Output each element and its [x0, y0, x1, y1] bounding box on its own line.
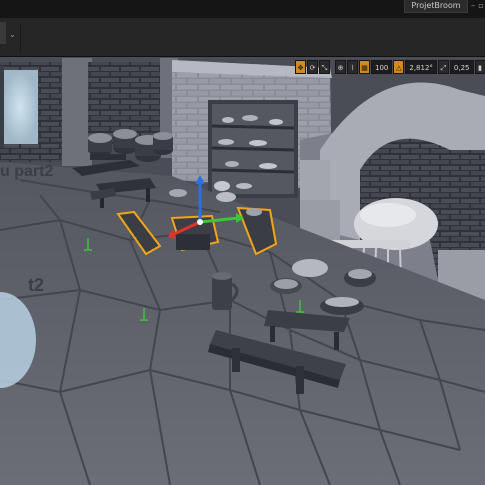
chevron-down-icon[interactable]: ⌄ [9, 30, 16, 39]
world-space-icon[interactable]: ⊕ [335, 60, 346, 74]
grid-snap-icon[interactable]: ▦ [359, 60, 370, 74]
floor-label-text: t2 [28, 275, 45, 295]
viewport-toolbar: ✥ ⟳ ⤡ ⊕ ⌇ ▦ 100 △ 2,812° ⤢ 0,25 ▮ [295, 60, 485, 74]
level-viewport[interactable]: u part2 t2 [0, 57, 485, 485]
floor-label-text: u part2 [0, 163, 54, 180]
scale-icon[interactable]: ⤡ [319, 60, 330, 74]
toolbar-button[interactable] [0, 22, 6, 44]
scale-snap-icon[interactable]: ⤢ [437, 60, 449, 74]
translate-icon[interactable]: ✥ [295, 60, 306, 74]
editor-window: ProjetBroom – ▫ ⌄ u part2 t2 ✥ ⟳ ⤡ ⊕ ⌇ ▦… [0, 0, 485, 485]
camera-speed-icon[interactable]: ▮ [474, 60, 485, 74]
rotation-angle-value[interactable]: 2,812° [405, 60, 437, 74]
scale-snap-value[interactable]: 0,25 [449, 60, 474, 74]
grid-size-value[interactable]: 100 [371, 60, 393, 74]
project-tab[interactable]: ProjetBroom [404, 0, 468, 13]
rotation-snap-icon[interactable]: △ [393, 60, 405, 74]
surface-snap-icon[interactable]: ⌇ [347, 60, 358, 74]
main-toolbar [0, 18, 485, 57]
title-bar: ProjetBroom – ▫ [0, 0, 485, 18]
rotate-icon[interactable]: ⟳ [307, 60, 318, 74]
scene-render [0, 57, 485, 485]
restore-icon[interactable]: ▫ [476, 0, 485, 12]
toolbar-separator [20, 24, 21, 52]
